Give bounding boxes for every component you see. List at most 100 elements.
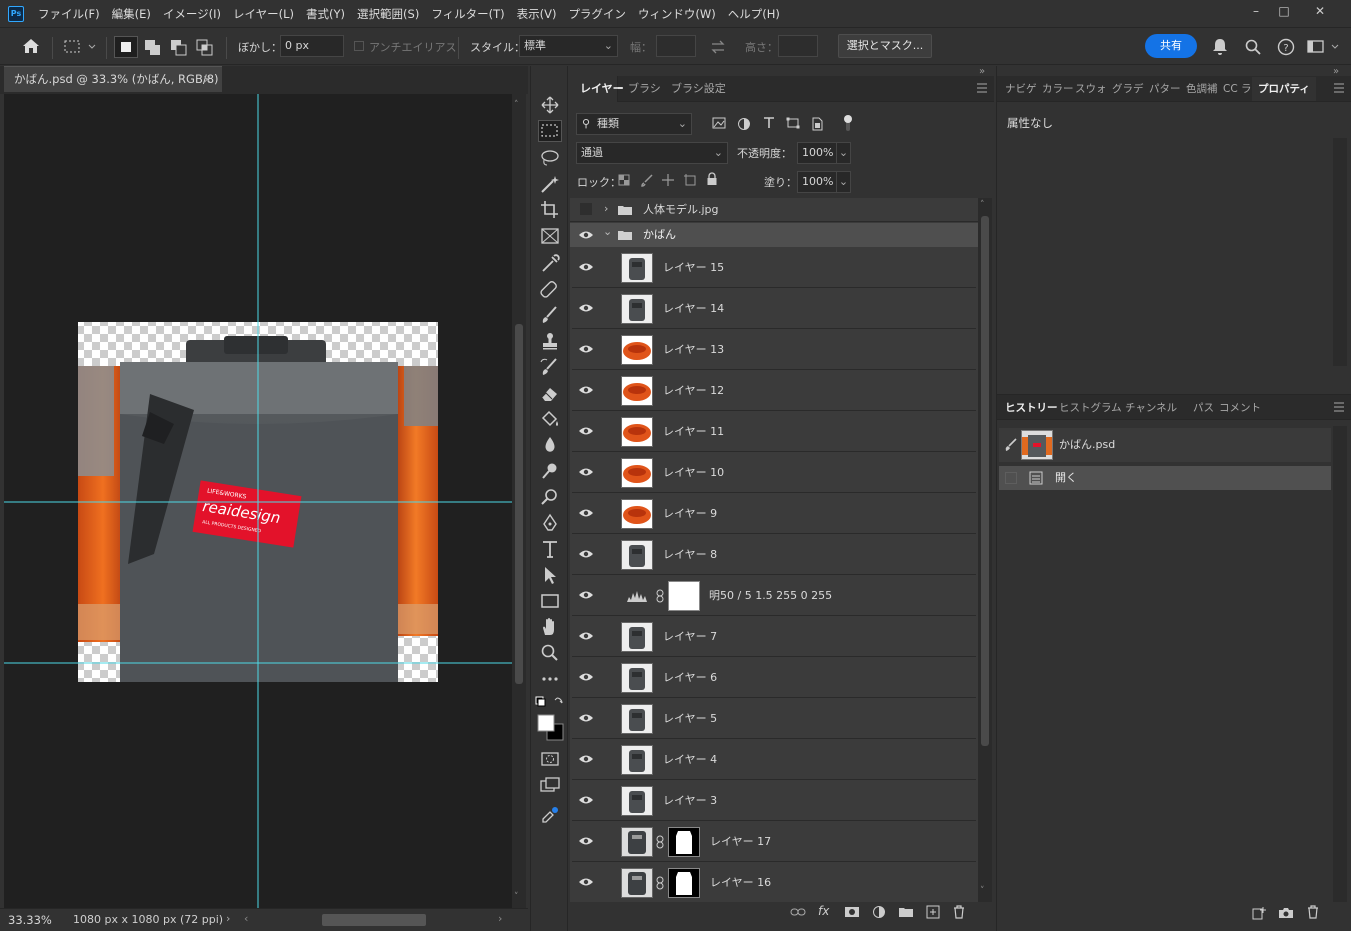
menu-item[interactable]: 編集(E) [106,0,157,28]
stamp-tool-icon[interactable] [538,330,562,352]
intersect-selection-icon[interactable] [194,37,216,57]
fill-input[interactable]: 100% [797,171,837,193]
eye-icon[interactable] [578,834,594,848]
minimize-icon[interactable]: – [1242,0,1270,22]
eye-icon[interactable] [578,670,594,684]
screen-mode-icon[interactable] [538,774,562,796]
eye-icon[interactable] [578,228,594,242]
layer-thumbnail[interactable] [621,253,653,283]
eyedropper-tool-icon[interactable] [538,252,562,274]
chevron-right-icon[interactable]: › [604,202,608,215]
layer-thumbnail[interactable] [621,827,653,857]
eye-icon[interactable] [578,752,594,766]
layer-thumbnail[interactable] [621,786,653,816]
menu-item[interactable]: ファイル(F) [32,0,106,28]
lock-pixels-icon[interactable] [640,173,654,187]
edit-toolbar-icon[interactable] [538,804,562,826]
zoom-level[interactable]: 33.33% [8,913,52,927]
link-layers-icon[interactable] [790,906,806,918]
filter-pixel-icon[interactable] [712,117,726,129]
tab-brushes[interactable]: ブラシ [628,77,661,101]
tab-history-panel-0[interactable]: ヒストリー [1005,396,1058,420]
layer-list-scrollbar[interactable]: ˄ ˅ [978,198,992,902]
swap-icon[interactable] [710,40,726,54]
history-source-checkbox[interactable] [1005,472,1017,484]
menu-item[interactable]: レイヤー(L) [227,0,300,28]
eye-icon[interactable] [578,506,594,520]
delete-state-icon[interactable] [1306,905,1320,919]
layer-row[interactable]: レイヤー 13 [572,329,976,370]
menu-item[interactable]: 書式(Y) [300,0,351,28]
chain-link-icon[interactable] [656,876,664,890]
eye-icon[interactable] [578,793,594,807]
hand-tool-icon[interactable] [538,616,562,638]
layer-row[interactable]: レイヤー 7 [572,616,976,657]
eye-icon[interactable] [578,875,594,889]
lock-all-icon[interactable] [706,172,718,186]
tab-panel-3[interactable]: グラデ [1112,77,1144,101]
layer-thumbnail[interactable] [621,540,653,570]
menu-item[interactable]: 選択範囲(S) [351,0,425,28]
layer-thumbnail[interactable] [621,745,653,775]
bell-icon[interactable] [1212,38,1228,56]
blend-mode-select[interactable]: 通過 ⌄ [576,142,728,164]
layer-row[interactable]: レイヤー 6 [572,657,976,698]
lock-artboard-icon[interactable] [683,173,697,187]
zoom-tool-icon[interactable] [538,642,562,664]
filter-type-icon[interactable] [762,117,776,129]
visibility-off-box[interactable] [580,203,592,215]
eye-icon[interactable] [578,301,594,315]
layer-thumbnail[interactable] [621,868,653,898]
scroll-right-icon[interactable]: › [498,912,502,925]
close-tab-icon[interactable]: × [202,67,212,92]
eye-icon[interactable] [578,547,594,561]
layer-thumbnail[interactable] [621,417,653,447]
workspace-icon[interactable] [1307,40,1339,54]
pen-tool-icon[interactable] [538,512,562,534]
paint-bucket-tool-icon[interactable] [538,408,562,430]
fx-icon[interactable]: fx [818,904,829,918]
layer-row[interactable]: レイヤー 3 [572,780,976,821]
layer-mask-thumbnail[interactable] [668,581,700,611]
eye-icon[interactable] [578,711,594,725]
select-and-mask-button[interactable]: 選択とマスク... [838,34,932,58]
tab-history-panel-3[interactable]: パス [1193,396,1214,420]
layer-row[interactable]: レイヤー 16 [572,862,976,902]
lasso-tool-icon[interactable] [538,147,562,169]
tab-layers-active-label[interactable]: レイヤー [580,77,624,101]
layer-thumbnail[interactable] [621,458,653,488]
zoom-tool-alt-icon[interactable] [538,486,562,508]
new-selection-icon[interactable] [114,36,138,58]
menu-item[interactable]: ウィンドウ(W) [632,0,722,28]
eraser-tool-icon[interactable] [538,382,562,404]
fill-dropdown-icon[interactable]: ⌄ [836,171,851,193]
vertical-scrollbar[interactable]: ˄ ˅ [512,94,526,908]
history-brush-tool-icon[interactable] [538,356,562,378]
panel-menu-icon[interactable] [976,83,988,93]
menu-item[interactable]: イメージ(I) [157,0,227,28]
share-button[interactable]: 共有 [1145,34,1197,58]
color-swatches[interactable] [535,696,567,742]
new-group-icon[interactable] [898,906,914,918]
layer-row[interactable]: レイヤー 15 [572,247,976,288]
layer-row[interactable]: レイヤー 14 [572,288,976,329]
antialias-checkbox[interactable] [354,41,364,51]
layer-row[interactable]: 明50 / 5 1.5 255 0 255 [572,575,976,616]
history-brush-source-icon[interactable] [1003,438,1019,452]
magic-wand-tool-icon[interactable] [538,173,562,195]
layer-thumbnail[interactable] [621,294,653,324]
layer-thumbnail[interactable] [621,663,653,693]
camera-snapshot-icon[interactable] [1278,906,1294,920]
layer-row[interactable]: レイヤー 8 [572,534,976,575]
scroll-left-icon[interactable]: ‹ [244,912,248,925]
layer-row[interactable]: レイヤー 5 [572,698,976,739]
chain-link-icon[interactable] [656,835,664,849]
menu-item[interactable]: 表示(V) [511,0,563,28]
close-icon[interactable]: ✕ [1306,0,1334,22]
layer-thumbnail[interactable] [621,335,653,365]
more-tools-icon[interactable] [538,668,562,690]
layer-thumbnail[interactable] [621,704,653,734]
tab-history-panel-1[interactable]: ヒストグラム [1059,396,1122,420]
chevron-down-icon[interactable]: ⌄ [603,225,612,238]
tab-panel-5[interactable]: 色調補 [1186,77,1218,101]
